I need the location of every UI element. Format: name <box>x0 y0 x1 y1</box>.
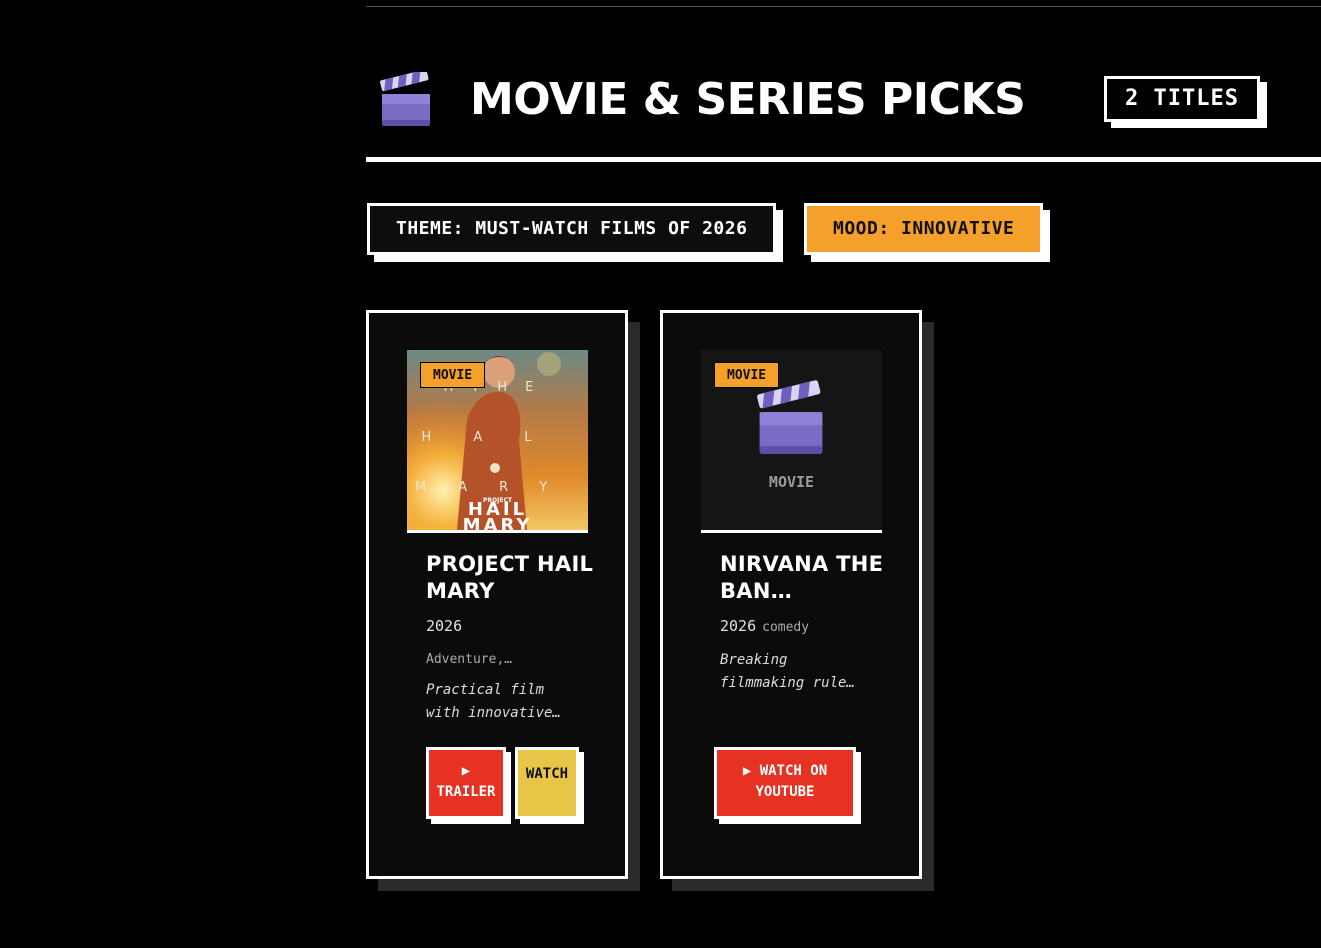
trailer-button[interactable]: ▶ TRAILER <box>426 747 506 819</box>
movie-poster[interactable]: HTHE HAL MARY PROJECT HAIL MARY MOVIE <box>407 350 588 533</box>
type-tag: MOVIE <box>420 362 486 388</box>
mood-filter-pill[interactable]: MOOD: INNOVATIVE <box>804 203 1044 255</box>
card-genre: comedy <box>762 620 810 635</box>
page-header: MOVIE & SERIES PICKS 2 TITLES <box>366 60 1321 140</box>
movie-card[interactable]: HTHE HAL MARY PROJECT HAIL MARY MOVIE PR… <box>366 310 628 879</box>
poster-text-line: MARY <box>415 480 580 495</box>
card-title[interactable]: NIRVANA THE BAN… <box>720 551 890 605</box>
movie-card[interactable]: MOVIE MOVIE NIRVANA THE BAN… 2026 comedy … <box>660 310 922 879</box>
type-tag: MOVIE <box>714 362 780 388</box>
clapperboard-icon <box>757 380 823 454</box>
card-year: 2026 <box>426 617 463 635</box>
watch-on-youtube-button[interactable]: ▶ WATCH ON YOUTUBE <box>714 747 856 819</box>
header-divider <box>366 157 1321 162</box>
poster-text-big: HAIL MARY <box>462 499 533 533</box>
theme-filter-pill[interactable]: THEME: MUST-WATCH FILMS OF 2026 <box>367 203 777 255</box>
clapperboard-icon <box>380 72 430 126</box>
play-icon: ▶ <box>461 763 471 779</box>
card-description: Breaking filmmaking rule… <box>720 652 855 691</box>
poster-text-line: HAL <box>421 430 574 445</box>
card-description: Practical film with innovative… <box>426 682 561 721</box>
card-year: 2026 <box>720 617 757 635</box>
card-meta: 2026 comedy <box>720 617 809 635</box>
page-title: MOVIE & SERIES PICKS <box>470 74 1026 125</box>
youtube-button-label-2: YOUTUBE <box>755 784 815 800</box>
watch-button[interactable]: WATCH <box>515 747 579 819</box>
placeholder-label: MOVIE <box>768 473 815 491</box>
top-divider <box>366 6 1321 7</box>
card-title[interactable]: PROJECT HAIL MARY <box>426 551 596 605</box>
movie-poster-placeholder[interactable]: MOVIE MOVIE <box>701 350 882 533</box>
card-genre: Adventure,… <box>426 652 513 667</box>
youtube-button-label-1: ▶ WATCH ON <box>742 763 828 779</box>
trailer-button-label: TRAILER <box>436 784 496 800</box>
title-count-badge: 2 TITLES <box>1104 76 1260 122</box>
